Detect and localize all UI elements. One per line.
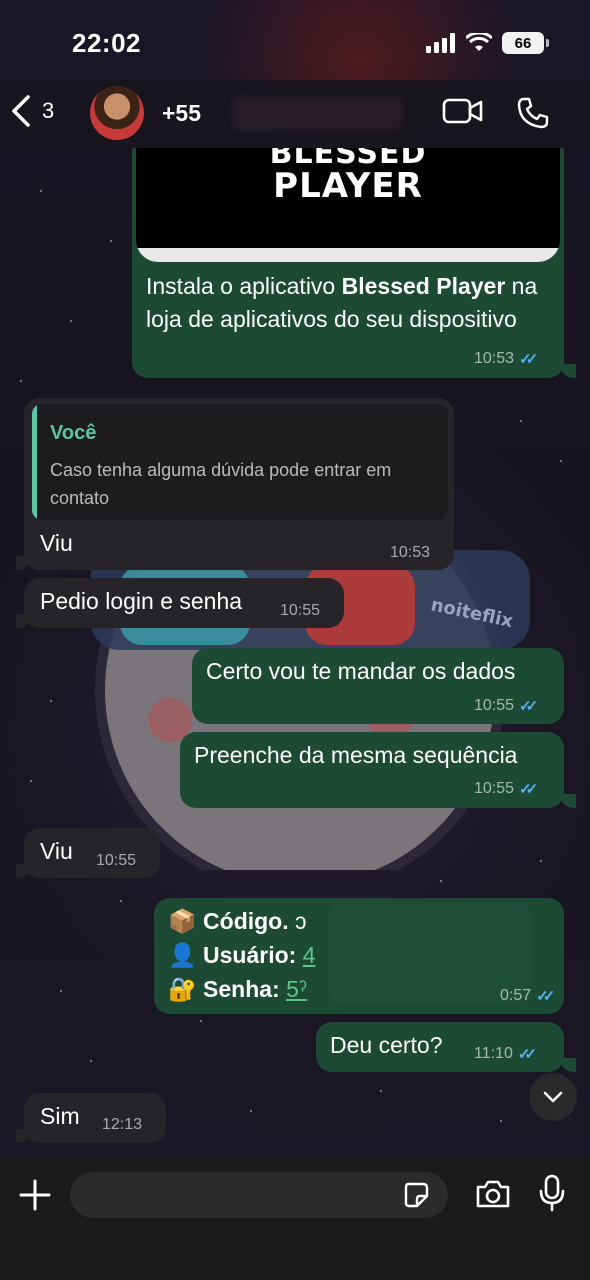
clock: 22:02 [72, 28, 141, 58]
message-text: Pedio login e senha [40, 588, 243, 614]
message-time: 10:55 [474, 780, 515, 797]
message-time: 10:55 [280, 602, 321, 619]
credentials-list: 📦 Código. ɔ 👤 Usuário: 4 🔐 Senha: 5ˀ [168, 904, 316, 1006]
back-button[interactable]: 3 [10, 94, 54, 128]
brand-text-line2: PLAYER [273, 166, 423, 206]
message-text: Certo vou te mandar os dados [206, 658, 516, 684]
message-time: 10:53 [390, 544, 431, 561]
message-text: Sim [40, 1103, 80, 1129]
read-ticks-icon: ✓✓ [519, 351, 538, 368]
status-bar: 22:02 66 [0, 0, 590, 80]
message-time: 10:53 [474, 350, 515, 367]
chevron-down-icon [543, 1091, 563, 1103]
credential-user: 👤 Usuário: 4 [168, 942, 316, 968]
contact-avatar[interactable] [90, 86, 144, 140]
lock-icon: 🔐 [168, 976, 197, 1002]
message-time: 11:10 [474, 1045, 513, 1062]
scroll-to-bottom-button[interactable] [529, 1073, 577, 1121]
signal-icon [426, 33, 455, 53]
phone-call-icon[interactable] [516, 96, 550, 130]
composer-bar [0, 1158, 590, 1280]
message-text: Preenche da mesma sequência [194, 742, 518, 768]
wifi-icon [466, 33, 492, 51]
contact-name[interactable]: +55 [162, 100, 201, 127]
quote-text: Caso tenha alguma dúvida pode entrar em … [50, 460, 392, 508]
read-ticks-icon: ✓✓ [519, 781, 538, 798]
plus-icon[interactable] [18, 1178, 52, 1212]
redacted-number [232, 96, 402, 130]
quote-author: Você [50, 422, 97, 444]
credential-password: 🔐 Senha: 5ˀ [168, 976, 307, 1002]
message-time: 12:13 [102, 1116, 143, 1133]
credential-code: 📦 Código. ɔ [168, 908, 307, 934]
package-icon: 📦 [168, 908, 197, 934]
message-input[interactable] [86, 1172, 386, 1218]
message-text: Viu [40, 530, 73, 556]
message-text: Viu [40, 838, 73, 864]
app-banner-image[interactable]: BLESSED PLAYER [136, 148, 560, 262]
chevron-left-icon [12, 95, 30, 127]
quoted-message[interactable]: Você Caso tenha alguma dúvida pode entra… [32, 404, 448, 520]
microphone-icon[interactable] [538, 1174, 566, 1212]
message-time: 0:57 [500, 987, 532, 1004]
read-ticks-icon: ✓✓ [519, 698, 538, 715]
read-ticks-icon: ✓✓ [517, 1046, 537, 1063]
user-icon: 👤 [168, 942, 197, 968]
sticker-icon[interactable] [402, 1181, 430, 1209]
message-time: 10:55 [96, 852, 137, 869]
message-input-container [70, 1172, 448, 1218]
message-text: Deu certo? [330, 1032, 443, 1058]
chat-header: 3 +55 [0, 80, 590, 148]
message-text: Instala o aplicativo Blessed Player na l… [146, 273, 538, 332]
message-time: 10:55 [474, 697, 515, 714]
battery-indicator: 66 [502, 32, 549, 54]
read-ticks-icon: ✓✓ [536, 988, 555, 1005]
unread-count: 3 [42, 98, 55, 123]
camera-icon[interactable] [474, 1178, 512, 1210]
video-call-icon[interactable] [442, 96, 484, 126]
